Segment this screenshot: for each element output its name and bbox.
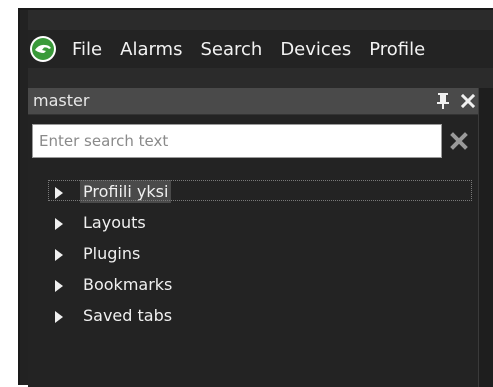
tree-item-label: Layouts [83, 213, 146, 232]
menubar: File Alarms Search Devices Profile [28, 30, 493, 68]
tree-item[interactable]: Saved tabs [44, 300, 484, 331]
search-input[interactable] [32, 124, 442, 158]
expand-arrow-icon[interactable] [52, 216, 66, 230]
tree-item-label: Saved tabs [83, 306, 173, 325]
menu-file[interactable]: File [72, 39, 102, 60]
app-logo-icon[interactable] [28, 34, 58, 64]
tree-item-label: Plugins [83, 244, 141, 263]
right-panel-edge [478, 88, 493, 387]
tree-item-label: Bookmarks [83, 275, 173, 294]
close-icon[interactable] [460, 93, 476, 109]
menu-alarms[interactable]: Alarms [120, 39, 182, 60]
profile-tree: Profiili yksi Layouts Plugins Bookmarks [44, 176, 484, 331]
tree-item[interactable]: Layouts [44, 207, 484, 238]
menu-search[interactable]: Search [200, 39, 262, 60]
panel-header: master [28, 88, 488, 115]
expand-arrow-icon[interactable] [52, 247, 66, 261]
expand-arrow-icon[interactable] [52, 185, 66, 199]
tree-item[interactable]: Bookmarks [44, 269, 484, 300]
panel-title: master [33, 91, 90, 110]
pin-icon[interactable] [436, 92, 450, 110]
expand-arrow-icon[interactable] [52, 278, 66, 292]
tree-item[interactable]: Plugins [44, 238, 484, 269]
expand-arrow-icon[interactable] [52, 309, 66, 323]
tree-item-label: Profiili yksi [80, 180, 172, 203]
tree-item[interactable]: Profiili yksi [44, 176, 484, 207]
clear-icon[interactable] [450, 132, 468, 150]
window-frame [20, 10, 28, 385]
menu-devices[interactable]: Devices [280, 39, 351, 60]
menu-profile[interactable]: Profile [369, 39, 425, 60]
master-panel: master Enter search text Profiili yksi L… [28, 88, 493, 387]
app-window: File Alarms Search Devices Profile maste… [18, 8, 493, 387]
